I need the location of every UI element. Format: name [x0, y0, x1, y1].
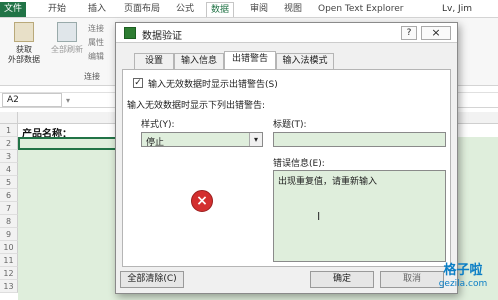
tab-page-layout[interactable]: 页面布局 [120, 2, 164, 17]
get-external-label: 获取 外部数据 [8, 45, 40, 64]
show-error-checkbox-label: 输入无效数据时显示出错警告(S) [148, 80, 278, 90]
database-icon [14, 22, 34, 42]
tab-ime-mode[interactable]: 输入法模式 [276, 53, 334, 69]
select-all-corner[interactable] [0, 112, 18, 124]
excel-app-icon [124, 27, 136, 39]
edit-links-label: 编辑 [88, 52, 104, 61]
group-connections-label: 连接 [84, 72, 100, 81]
tab-settings[interactable]: 设置 [134, 53, 174, 69]
row-header[interactable]: 11 [0, 254, 18, 267]
properties-label: 属性 [88, 38, 104, 47]
connections-button[interactable]: 连接 [88, 24, 104, 34]
section-label: 输入无效数据时显示下列出错警告: [127, 101, 266, 111]
row-header[interactable]: 6 [0, 189, 18, 202]
row-header[interactable]: 1 [0, 124, 18, 137]
tab-input-message[interactable]: 输入信息 [174, 53, 224, 69]
row-header[interactable]: 2 [0, 137, 18, 150]
dialog-title-bar: 数据验证 ? × [116, 23, 457, 43]
row-header[interactable]: 4 [0, 163, 18, 176]
name-box-dropdown-icon[interactable]: ▾ [66, 96, 70, 105]
error-alert-panel: ✓ 输入无效数据时显示出错警告(S) 输入无效数据时显示下列出错警告: 样式(Y… [122, 69, 451, 267]
row-header[interactable]: 7 [0, 202, 18, 215]
style-dropdown-value: 停止 [146, 138, 165, 148]
tab-file[interactable]: 文件 [0, 2, 26, 17]
row-header[interactable]: 5 [0, 176, 18, 189]
watermark-url: gezila.com [438, 279, 488, 289]
tab-view[interactable]: 视图 [280, 2, 306, 17]
tab-formulas[interactable]: 公式 [172, 2, 198, 17]
connections-label: 连接 [88, 24, 104, 33]
tab-home[interactable]: 开始 [44, 2, 70, 17]
tab-open-text-explorer[interactable]: Open Text Explorer [314, 2, 407, 17]
help-button[interactable]: ? [401, 26, 417, 40]
tab-review[interactable]: 审阅 [246, 2, 272, 17]
ribbon-tab-bar: 文件 开始 插入 页面布局 公式 数据 审阅 视图 Open Text Expl… [0, 0, 498, 18]
error-message-label: 错误信息(E): [273, 159, 325, 169]
dialog-title: 数据验证 [142, 31, 182, 42]
row-header[interactable]: 9 [0, 228, 18, 241]
tab-insert[interactable]: 插入 [84, 2, 110, 17]
watermark: 格子啦 gezila.com [430, 263, 496, 297]
tab-error-alert[interactable]: 出错警告 [224, 51, 276, 70]
style-label: 样式(Y): [141, 120, 175, 130]
row-header[interactable]: 12 [0, 267, 18, 280]
style-dropdown[interactable]: 停止 ▾ [141, 132, 263, 148]
get-external-data-button[interactable]: 获取 外部数据 [4, 22, 44, 65]
data-validation-dialog: 数据验证 ? × 设置 输入信息 出错警告 输入法模式 ✓ 输入无效数据时显示出… [115, 22, 458, 294]
selected-cell-a2[interactable] [18, 137, 118, 150]
refresh-all-label: 全部刷新 [51, 45, 83, 54]
ok-button[interactable]: 确定 [310, 271, 374, 288]
chevron-down-icon[interactable]: ▾ [249, 133, 262, 146]
row-header[interactable]: 8 [0, 215, 18, 228]
row-header[interactable]: 3 [0, 150, 18, 163]
title-field-label: 标题(T): [273, 120, 307, 130]
row-header[interactable]: 10 [0, 241, 18, 254]
row-header[interactable]: 13 [0, 280, 18, 293]
text-cursor-icon: I [317, 210, 321, 223]
stop-error-icon: × [191, 190, 213, 212]
refresh-all-button[interactable]: 全部刷新 [48, 22, 86, 55]
close-button[interactable]: × [421, 26, 451, 40]
user-name[interactable]: Lv, Jim [438, 2, 476, 17]
name-box[interactable]: A2 [2, 93, 62, 107]
show-error-checkbox[interactable]: ✓ [133, 78, 143, 88]
properties-button[interactable]: 属性 [88, 38, 104, 48]
error-message-textarea[interactable]: 出现重复值，请重新输入 [273, 170, 446, 262]
clear-all-button[interactable]: 全部清除(C) [120, 271, 184, 288]
tab-data[interactable]: 数据 [206, 2, 235, 17]
edit-links-button[interactable]: 编辑 [88, 52, 104, 62]
watermark-brand: 格子啦 [443, 263, 483, 278]
title-input[interactable] [273, 132, 446, 147]
refresh-icon [57, 22, 77, 42]
